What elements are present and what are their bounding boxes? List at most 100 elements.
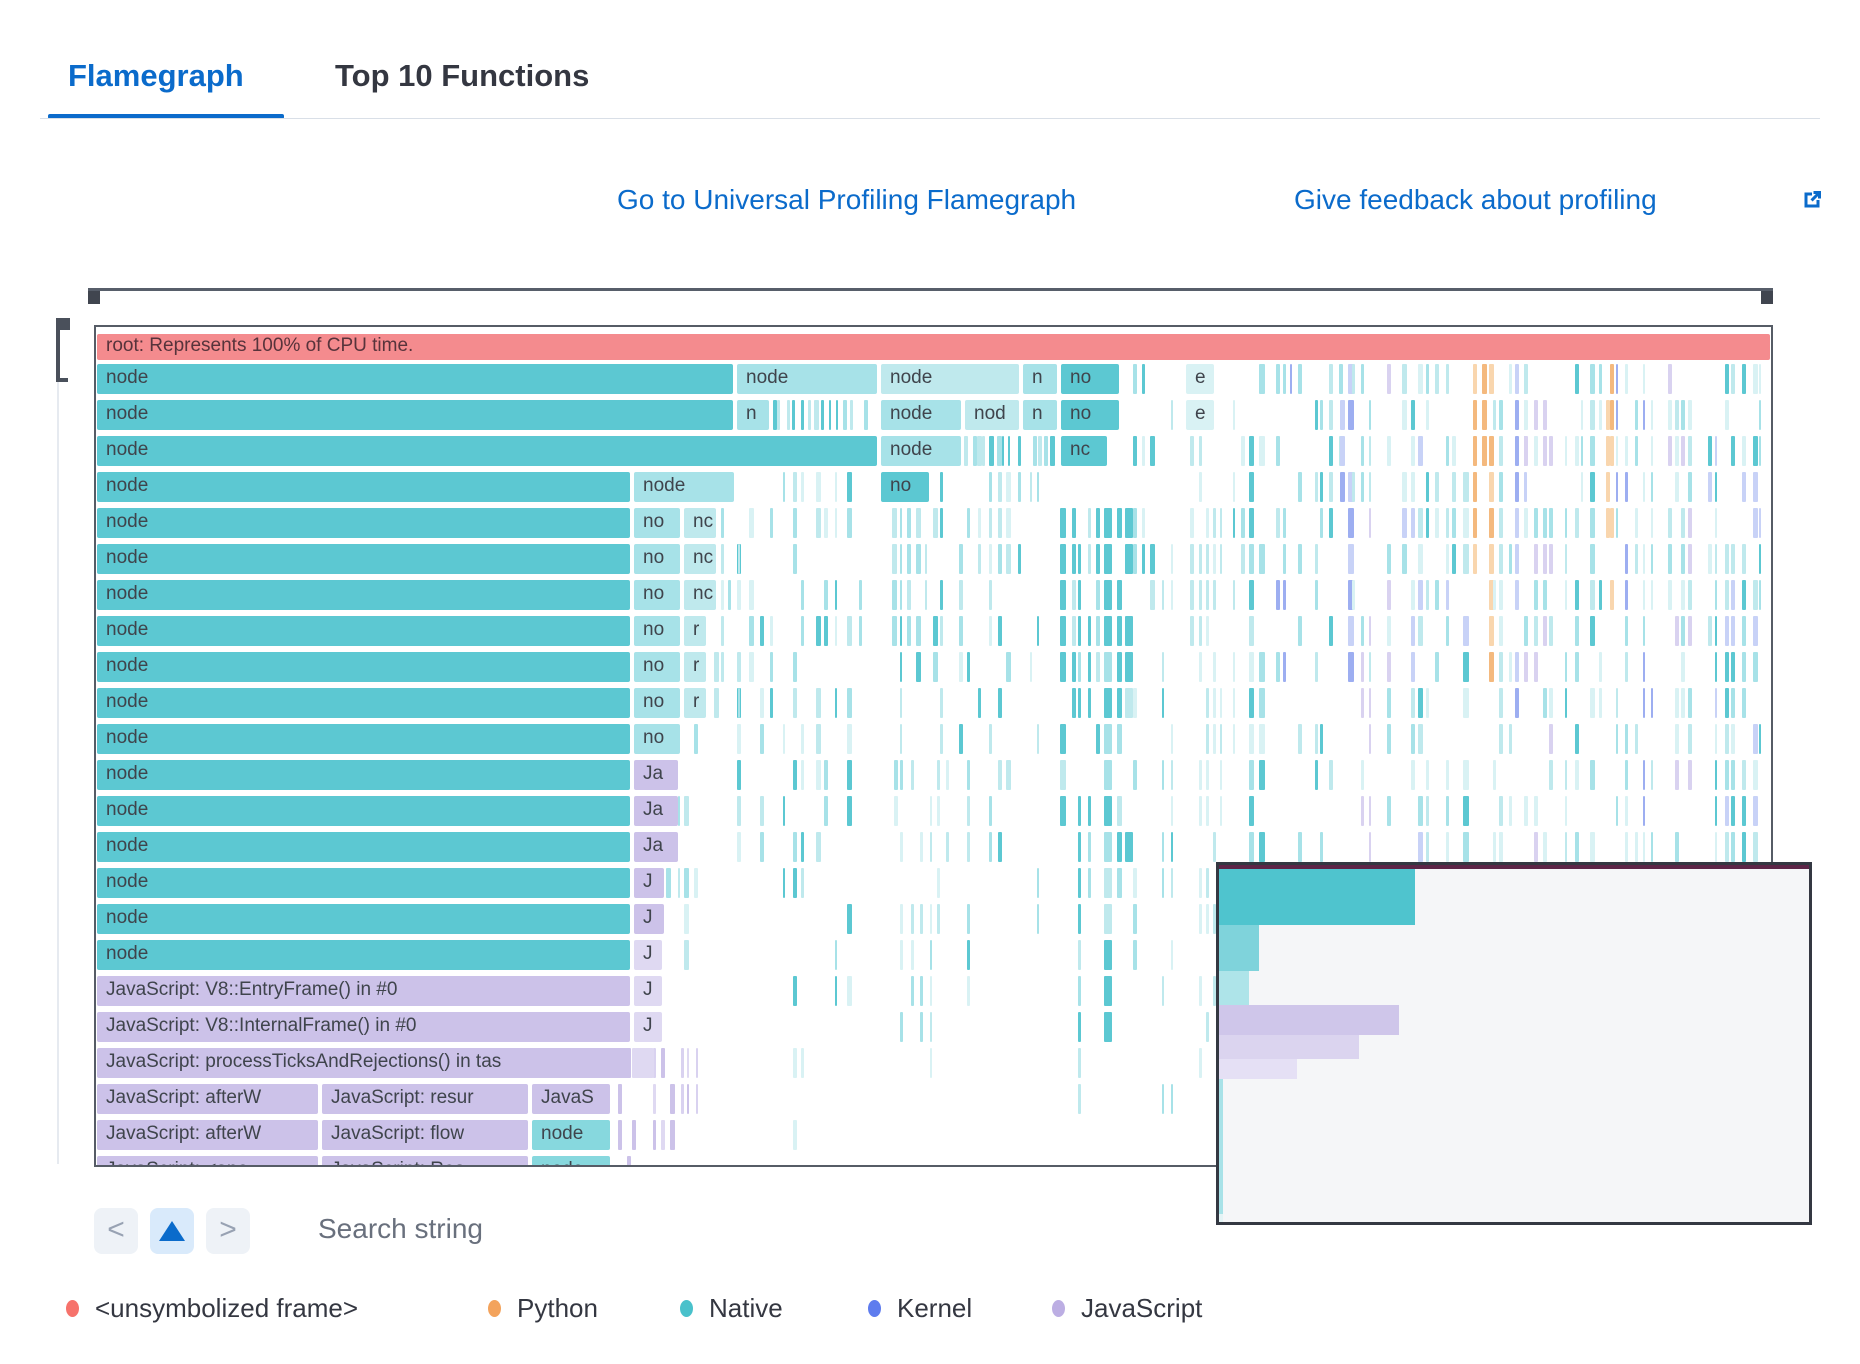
flame-stripe[interactable] — [998, 616, 1003, 646]
flame-stripe[interactable] — [1616, 436, 1618, 466]
flame-stripe[interactable] — [1499, 724, 1503, 754]
flame-stripe[interactable] — [1276, 364, 1280, 394]
flame-stripe[interactable] — [770, 508, 773, 538]
flame-stripe[interactable] — [920, 904, 923, 934]
flame-stripe[interactable] — [1675, 832, 1679, 862]
flame-stripe[interactable] — [1731, 364, 1735, 394]
flame-stripe[interactable] — [1426, 760, 1428, 790]
flame-stripe[interactable] — [1753, 796, 1758, 826]
flame-stripe[interactable] — [1643, 544, 1645, 574]
flame-stripe[interactable] — [1387, 652, 1391, 682]
flamegraph-minimap[interactable] — [1216, 862, 1812, 1225]
flame-frame[interactable]: node — [97, 652, 630, 682]
flame-stripe[interactable] — [1339, 364, 1343, 394]
flame-stripe[interactable] — [930, 1012, 933, 1042]
flame-stripe[interactable] — [900, 1012, 903, 1042]
flame-stripe[interactable] — [1142, 364, 1145, 394]
flame-stripe[interactable] — [1348, 400, 1354, 430]
flame-stripe[interactable] — [1199, 976, 1202, 1006]
flame-stripe[interactable] — [1411, 580, 1415, 610]
flame-stripe[interactable] — [1088, 796, 1091, 826]
flame-frame[interactable]: r — [684, 688, 706, 718]
flame-stripe[interactable] — [982, 436, 984, 466]
flame-stripe[interactable] — [1599, 688, 1602, 718]
flame-stripe[interactable] — [1125, 508, 1133, 538]
flame-stripe[interactable] — [1688, 724, 1691, 754]
flame-stripe[interactable] — [694, 724, 697, 754]
flame-stripe[interactable] — [687, 1048, 689, 1078]
flame-stripe[interactable] — [1688, 580, 1691, 610]
flame-stripe[interactable] — [1575, 508, 1579, 538]
flame-stripe[interactable] — [1446, 436, 1449, 466]
flame-stripe[interactable] — [684, 796, 689, 826]
flame-stripe[interactable] — [1369, 652, 1371, 682]
flame-stripe[interactable] — [1369, 832, 1371, 862]
flame-stripe[interactable] — [721, 652, 724, 682]
flame-stripe[interactable] — [1493, 832, 1496, 862]
flame-stripe[interactable] — [1753, 616, 1758, 646]
flame-stripe[interactable] — [1426, 400, 1428, 430]
flame-stripe[interactable] — [1675, 472, 1679, 502]
flame-stripe[interactable] — [1625, 796, 1628, 826]
flame-stripe[interactable] — [911, 976, 914, 1006]
flame-stripe[interactable] — [1283, 544, 1285, 574]
flame-frame[interactable]: node — [532, 1120, 610, 1150]
flame-stripe[interactable] — [933, 508, 939, 538]
flame-stripe[interactable] — [989, 616, 992, 646]
flame-stripe[interactable] — [967, 940, 970, 970]
flame-stripe[interactable] — [1681, 580, 1686, 610]
flame-stripe[interactable] — [1715, 832, 1717, 862]
flame-frame[interactable]: n — [1023, 400, 1057, 430]
flame-stripe[interactable] — [793, 868, 797, 898]
flame-stripe[interactable] — [1402, 400, 1407, 430]
flame-stripe[interactable] — [1361, 652, 1364, 682]
flame-stripe[interactable] — [1125, 616, 1133, 646]
flame-stripe[interactable] — [989, 544, 992, 574]
flame-stripe[interactable] — [666, 868, 670, 898]
flame-stripe[interactable] — [894, 760, 898, 790]
flame-stripe[interactable] — [1276, 436, 1280, 466]
flame-stripe[interactable] — [1715, 436, 1717, 466]
flame-stripe[interactable] — [916, 508, 921, 538]
flame-stripe[interactable] — [1002, 436, 1004, 466]
flame-stripe[interactable] — [1668, 544, 1672, 574]
flame-stripe[interactable] — [1418, 688, 1422, 718]
flame-stripe[interactable] — [627, 1156, 632, 1167]
flame-frame[interactable]: node — [881, 400, 961, 430]
flame-stripe[interactable] — [770, 688, 773, 718]
flame-stripe[interactable] — [1549, 688, 1553, 718]
flame-stripe[interactable] — [1037, 724, 1039, 754]
flame-stripe[interactable] — [793, 508, 797, 538]
flame-stripe[interactable] — [816, 472, 821, 502]
tab-flamegraph[interactable]: Flamegraph — [68, 52, 244, 100]
flame-stripe[interactable] — [678, 796, 680, 826]
flame-stripe[interactable] — [933, 616, 939, 646]
flame-stripe[interactable] — [1668, 508, 1672, 538]
flame-stripe[interactable] — [1402, 508, 1407, 538]
flame-stripe[interactable] — [1320, 832, 1323, 862]
search-up-button[interactable] — [150, 1208, 194, 1254]
flame-stripe[interactable] — [1731, 688, 1735, 718]
flame-stripe[interactable] — [787, 400, 790, 430]
flame-stripe[interactable] — [1708, 616, 1713, 646]
flame-frame[interactable]: node — [97, 940, 630, 970]
flame-stripe[interactable] — [1104, 1012, 1112, 1042]
flame-stripe[interactable] — [1759, 400, 1762, 430]
flame-stripe[interactable] — [816, 616, 821, 646]
flame-stripe[interactable] — [1206, 868, 1209, 898]
flame-stripe[interactable] — [1037, 472, 1039, 502]
flame-stripe[interactable] — [1616, 724, 1618, 754]
flame-frame[interactable]: J — [634, 940, 662, 970]
flame-stripe[interactable] — [1590, 760, 1594, 790]
flame-stripe[interactable] — [1348, 652, 1354, 682]
flame-stripe[interactable] — [1171, 868, 1174, 898]
flame-stripe[interactable] — [1524, 652, 1528, 682]
flame-stripe[interactable] — [1565, 652, 1568, 682]
flame-stripe[interactable] — [1452, 544, 1456, 574]
flame-stripe[interactable] — [1524, 616, 1528, 646]
flame-stripe[interactable] — [793, 688, 797, 718]
flame-stripe[interactable] — [1171, 940, 1174, 970]
flame-stripe[interactable] — [1361, 688, 1364, 718]
flame-frame[interactable]: no — [634, 688, 680, 718]
flame-stripe[interactable] — [1078, 652, 1081, 682]
